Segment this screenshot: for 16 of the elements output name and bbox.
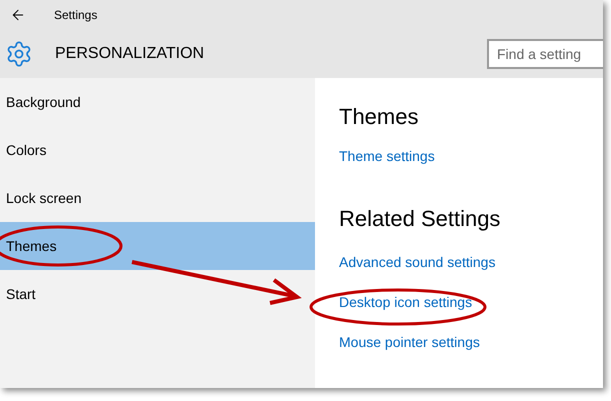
- settings-link[interactable]: Desktop icon settings: [339, 292, 472, 312]
- sidebar-item[interactable]: Background: [0, 78, 315, 126]
- search-field[interactable]: Find a setting: [487, 39, 603, 69]
- settings-link[interactable]: Advanced sound settings: [339, 252, 496, 272]
- settings-link[interactable]: Mouse pointer settings: [339, 332, 480, 352]
- sidebar-item[interactable]: Themes: [0, 222, 315, 270]
- settings-link[interactable]: Theme settings: [339, 146, 435, 166]
- section-heading: Themes: [339, 103, 420, 131]
- page-title: PERSONALIZATION: [55, 44, 204, 64]
- section-heading: Related Settings: [339, 205, 502, 233]
- back-icon: [10, 7, 26, 23]
- sidebar-item[interactable]: Start: [0, 270, 315, 318]
- window-title: Settings: [54, 7, 98, 24]
- sidebar-item[interactable]: Colors: [0, 126, 315, 174]
- sidebar-item[interactable]: Lock screen: [0, 174, 315, 222]
- settings-icon: [5, 40, 33, 68]
